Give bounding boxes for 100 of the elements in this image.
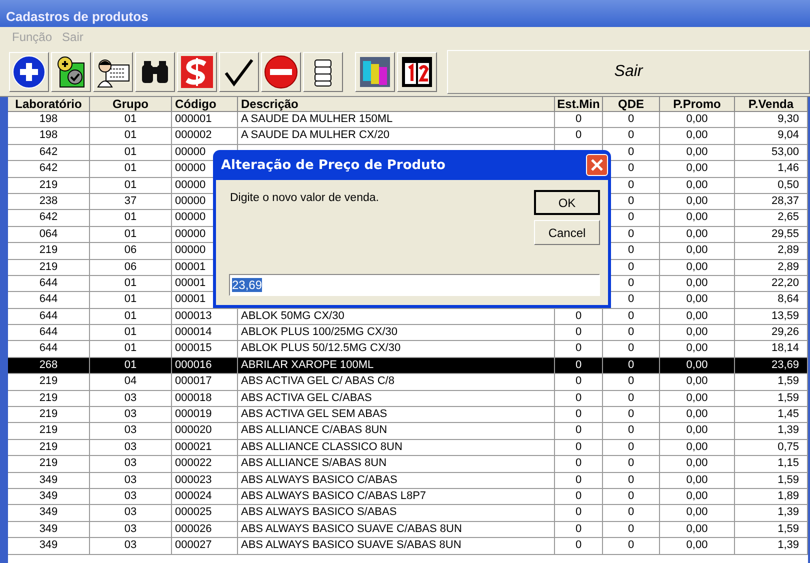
toolbar-button[interactable] [135,52,175,92]
table-cell: 0,00 [660,260,735,276]
table-cell: 0,00 [660,358,735,374]
table-cell: 03 [90,456,172,473]
table-cell: 0 [603,440,660,456]
table-cell: 000022 [172,456,238,473]
column-header[interactable]: Descrição [238,97,555,112]
toolbar-button[interactable] [355,52,395,92]
column-header[interactable]: QDE [603,97,660,112]
table-cell: 03 [90,538,172,555]
table-cell: 219 [8,456,90,473]
table-cell: 0 [555,488,603,506]
table-cell: ABS ALWAYS BASICO S/ABAS [238,505,555,522]
column-header[interactable]: P.Promo [660,97,735,112]
table-cell: 0 [555,538,603,555]
table-cell: 0,00 [660,144,735,162]
table-cell: 1,39 [735,423,808,440]
table-cell: 1,59 [735,522,808,538]
table-cell: 0,00 [660,161,735,178]
table-cell: 9,04 [735,128,808,145]
exit-button[interactable]: Sair [447,50,810,94]
table-cell: 01 [90,292,172,309]
table-cell: 0 [603,488,660,506]
table-cell: 642 [8,144,90,162]
table-cell: 219 [8,243,90,260]
table-cell: ABS ALWAYS BASICO SUAVE C/ABAS 8UN [238,522,555,538]
table-cell: 0 [603,505,660,522]
table-cell: 1,45 [735,407,808,424]
table-cell: 0,00 [660,407,735,424]
toolbar-button[interactable] [397,52,437,92]
toolbar-button[interactable] [9,52,49,92]
plus-icon [12,54,46,88]
table-cell: 8,64 [735,292,808,309]
table-cell: ABS ALWAYS BASICO C/ABAS [238,472,555,489]
table-cell: 03 [90,472,172,489]
table-cell: 1,39 [735,538,808,555]
table-cell: ABS ALLIANCE CLASSICO 8UN [238,440,555,456]
table-cell: 0,00 [660,243,735,260]
table-cell: 0 [555,128,603,145]
table-cell: 0,75 [735,440,808,456]
table-cell: 1,89 [735,488,808,506]
table-cell: 0,00 [660,472,735,489]
table-cell: 000016 [172,358,238,374]
table-cell: 000002 [172,128,238,145]
table-cell: 0,00 [660,194,735,210]
table-cell: ABS ALWAYS BASICO SUAVE S/ABAS 8UN [238,538,555,555]
ok-button[interactable]: OK [534,190,600,215]
column-header[interactable]: Laboratório [8,97,90,112]
column-header[interactable]: Código [172,97,238,112]
table-cell: 01 [90,276,172,292]
table-cell: 349 [8,488,90,506]
table-cell: 0 [603,456,660,473]
table-cell: 13,59 [735,308,808,326]
table-cell: A SAUDE DA MULHER CX/20 [238,128,555,145]
table-cell: 03 [90,390,172,408]
table-cell: 0,00 [660,128,735,145]
table-cell: 644 [8,276,90,292]
table-cell: 000021 [172,440,238,456]
table-cell: 642 [8,161,90,178]
table-cell: 219 [8,374,90,391]
table-cell: 01 [90,308,172,326]
toolbar-button[interactable] [261,52,301,92]
toolbar-button[interactable] [51,52,91,92]
table-cell: 0,00 [660,456,735,473]
table-cell: 0 [555,407,603,424]
table-cell: 06 [90,243,172,260]
table-cell: ABS ALLIANCE C/ABAS 8UN [238,423,555,440]
table-cell: 219 [8,407,90,424]
table-cell: 29,26 [735,325,808,342]
column-header[interactable]: Est.Min [555,97,603,112]
table-cell: 0 [603,128,660,145]
calendar-icon [400,54,434,88]
table-cell: 644 [8,308,90,326]
table-cell: 000014 [172,325,238,342]
table-cell: 0 [603,522,660,538]
toolbar-button[interactable] [93,52,133,92]
table-cell: 1,39 [735,505,808,522]
cancel-button[interactable]: Cancel [534,220,600,245]
table-cell: 0,00 [660,325,735,342]
table-cell: 1,46 [735,161,808,178]
table-cell: 01 [90,128,172,145]
toolbar-button[interactable] [219,52,259,92]
toolbar-button[interactable] [303,52,343,92]
table-cell: 03 [90,505,172,522]
table-cell: 0,00 [660,440,735,456]
table-cell: 29,55 [735,226,808,244]
column-header[interactable]: Grupo [90,97,172,112]
table-cell: 1,15 [735,456,808,473]
table-cell: 000024 [172,488,238,506]
table-cell: 1,59 [735,374,808,391]
table-cell: 22,20 [735,276,808,292]
table-cell: 01 [90,325,172,342]
table-cell: 0 [603,325,660,342]
table-cell: 644 [8,325,90,342]
table-cell: A SAUDE DA MULHER 150ML [238,112,555,128]
price-input-field[interactable]: 23,69 [229,274,600,296]
column-header[interactable]: P.Venda [735,97,808,112]
table-cell: 03 [90,423,172,440]
table-cell: 9,30 [735,112,808,128]
close-button[interactable] [586,154,608,176]
